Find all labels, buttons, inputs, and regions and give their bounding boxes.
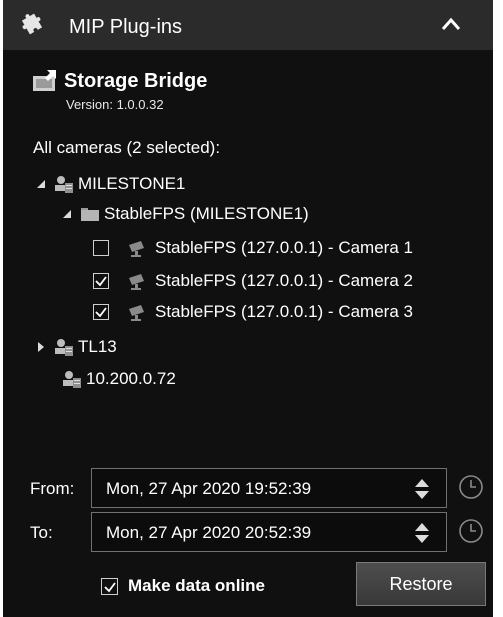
- restore-button[interactable]: Restore: [356, 562, 486, 606]
- from-datetime-field[interactable]: Mon, 27 Apr 2020 19:52:39: [91, 468, 447, 508]
- expanded-triangle-icon[interactable]: [60, 207, 74, 221]
- camera-item-1[interactable]: StableFPS (127.0.0.1) - Camera 1: [93, 235, 413, 261]
- tree-node-label: 10.200.0.72: [86, 369, 176, 388]
- to-label: To:: [30, 523, 53, 542]
- camera-item-3[interactable]: StableFPS (127.0.0.1) - Camera 3: [93, 299, 413, 325]
- panel-header: MIP Plug-ins: [3, 0, 493, 50]
- chevron-up-icon: [441, 17, 461, 30]
- to-datetime-value: Mon, 27 Apr 2020 20:52:39: [106, 523, 312, 542]
- server-icon: [55, 176, 73, 193]
- camera-label: StableFPS (127.0.0.1) - Camera 1: [155, 238, 413, 257]
- tree-node-label: TL13: [78, 337, 117, 356]
- tree-node-10-200-0-72[interactable]: 10.200.0.72: [60, 366, 176, 392]
- camera-label: StableFPS (127.0.0.1) - Camera 3: [155, 302, 413, 321]
- puzzle-icon: [21, 13, 43, 35]
- camera-icon: [129, 305, 144, 321]
- folder-icon: [81, 208, 99, 221]
- from-label: From:: [30, 479, 75, 498]
- camera-2-checkbox[interactable]: [93, 273, 109, 289]
- plugin-name: Storage Bridge: [64, 70, 208, 92]
- collapsed-triangle-icon[interactable]: [34, 340, 48, 354]
- camera-selection-summary: All cameras (2 selected):: [33, 138, 221, 157]
- make-data-online-checkbox[interactable]: [101, 578, 118, 595]
- checkmark-icon: [95, 307, 107, 318]
- tree-node-tl13[interactable]: TL13: [34, 334, 117, 360]
- plugin-version: Version: 1.0.0.32: [66, 97, 164, 112]
- server-icon: [55, 339, 73, 356]
- tree-node-milestone1[interactable]: MILESTONE1: [34, 171, 185, 197]
- make-data-online-label[interactable]: Make data online: [128, 576, 265, 596]
- camera-3-checkbox[interactable]: [93, 304, 109, 320]
- spinner-arrows-icon[interactable]: [414, 522, 430, 544]
- collapse-button[interactable]: [431, 8, 471, 42]
- tree-node-label: MILESTONE1: [78, 174, 186, 193]
- mip-plugins-panel: MIP Plug-ins Storage Bridge Version: 1.0…: [3, 0, 493, 617]
- from-datetime-value: Mon, 27 Apr 2020 19:52:39: [106, 479, 312, 498]
- camera-icon: [129, 274, 144, 290]
- tree-node-stablefps-group[interactable]: StableFPS (MILESTONE1): [60, 201, 309, 227]
- camera-icon: [129, 241, 144, 257]
- clock-icon[interactable]: [458, 474, 484, 500]
- camera-label: StableFPS (127.0.0.1) - Camera 2: [155, 271, 413, 290]
- spinner-arrows-icon[interactable]: [414, 478, 430, 500]
- camera-1-checkbox[interactable]: [93, 240, 109, 256]
- clock-icon[interactable]: [458, 518, 484, 544]
- panel-title: MIP Plug-ins: [69, 16, 183, 38]
- expanded-triangle-icon[interactable]: [34, 177, 48, 191]
- checkmark-icon: [95, 276, 107, 287]
- camera-item-2[interactable]: StableFPS (127.0.0.1) - Camera 2: [93, 268, 413, 294]
- tree-node-label: StableFPS (MILESTONE1): [104, 204, 309, 223]
- checkmark-icon: [103, 581, 116, 592]
- to-datetime-field[interactable]: Mon, 27 Apr 2020 20:52:39: [91, 512, 447, 552]
- storage-bridge-icon: [33, 70, 56, 91]
- server-icon: [63, 371, 81, 388]
